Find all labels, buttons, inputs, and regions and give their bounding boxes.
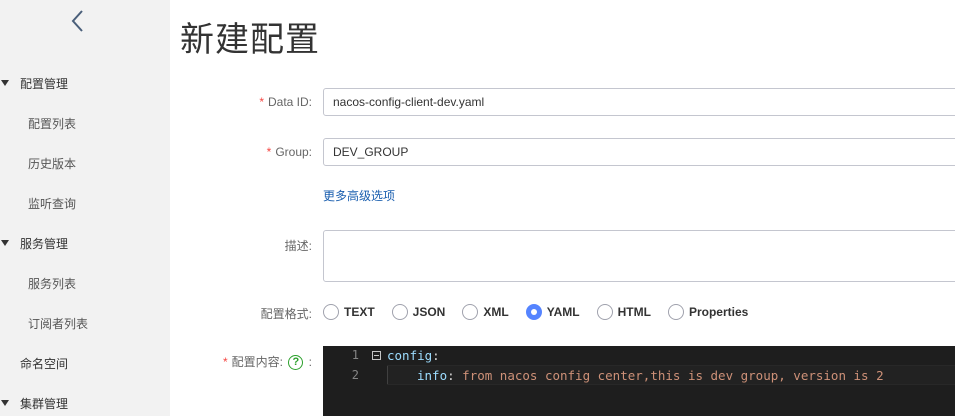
format-radio-yaml[interactable]: YAML <box>525 304 580 320</box>
line-number: 1 <box>351 348 359 362</box>
sidebar-item-service-list[interactable]: 服务列表 <box>0 263 170 303</box>
format-radio-json[interactable]: JSON <box>391 304 446 320</box>
group-input[interactable] <box>323 138 955 166</box>
data-id-label-text: Data ID: <box>267 95 312 109</box>
fold-toggle-icon[interactable] <box>372 351 381 360</box>
yaml-colon: : <box>447 368 455 383</box>
format-label: 配置格式: <box>260 307 312 321</box>
code-editor[interactable]: 1 2 config: info: from nacos config cent… <box>323 346 955 416</box>
sidebar-item-label: 订阅者列表 <box>28 316 89 331</box>
data-id-label: * Data ID: <box>259 95 312 109</box>
nav-group-label: 集群管理 <box>20 396 69 411</box>
collapse-sidebar-button[interactable] <box>66 8 90 34</box>
advanced-options-link[interactable]: 更多高级选项 <box>323 187 395 204</box>
code-line: config: <box>387 348 440 363</box>
nav-group-service-management[interactable]: 服务管理 <box>0 223 170 263</box>
content-label-text: 配置内容: <box>231 355 283 369</box>
group-label: * Group: <box>267 145 312 159</box>
yaml-key: info <box>417 368 448 383</box>
line-number: 2 <box>351 368 359 382</box>
radio-label: JSON <box>412 305 446 319</box>
content-label: * 配置内容: ? : <box>222 353 312 371</box>
caret-down-icon <box>1 80 9 86</box>
data-id-input[interactable] <box>323 88 955 116</box>
sidebar-item-history[interactable]: 历史版本 <box>0 143 170 183</box>
radio-label: XML <box>483 305 509 319</box>
yaml-value: from nacos config center,this is dev gro… <box>462 368 884 383</box>
yaml-key: config <box>387 348 433 363</box>
radio-label: Properties <box>688 305 749 319</box>
nav-group-label: 服务管理 <box>20 236 69 251</box>
format-radio-html[interactable]: HTML <box>596 304 651 320</box>
format-radio-text[interactable]: TEXT <box>323 304 375 320</box>
radio-label: HTML <box>617 305 651 319</box>
radio-circle[interactable] <box>525 304 542 320</box>
format-radio-xml[interactable]: XML <box>462 304 509 320</box>
editor-gutter: 1 2 <box>323 346 369 416</box>
radio-circle[interactable] <box>462 304 479 320</box>
format-radio-properties[interactable]: Properties <box>667 304 749 320</box>
radio-circle[interactable] <box>323 304 339 320</box>
sidebar-item-config-list[interactable]: 配置列表 <box>0 103 170 143</box>
radio-circle[interactable] <box>391 304 408 320</box>
nav-group-config-management[interactable]: 配置管理 <box>0 63 170 103</box>
content-label-colon: : <box>308 355 312 369</box>
page-title: 新建配置 <box>180 21 320 59</box>
required-mark: * <box>222 355 228 369</box>
description-textarea[interactable] <box>323 230 955 282</box>
sidebar-item-label: 历史版本 <box>28 156 77 171</box>
nav-group-label: 配置管理 <box>20 76 69 91</box>
sidebar-item-label: 配置列表 <box>28 116 77 131</box>
yaml-colon: : <box>432 348 440 363</box>
sidebar-item-listener-query[interactable]: 监听查询 <box>0 183 170 223</box>
format-radio-group: TEXT JSON XML YAML HTML Properties <box>323 303 765 321</box>
nav-group-cluster-management[interactable]: 集群管理 <box>0 383 170 416</box>
caret-down-icon <box>1 400 9 406</box>
sidebar-item-label: 命名空间 <box>20 356 69 371</box>
group-label-text: Group: <box>275 145 312 159</box>
sidebar: 配置管理 配置列表 历史版本 监听查询 服务管理 服务列表 订阅者列表 命名空间… <box>0 0 170 416</box>
radio-circle[interactable] <box>667 304 684 320</box>
sidebar-item-label: 监听查询 <box>28 196 77 211</box>
radio-circle[interactable] <box>596 304 613 320</box>
code-line: info: from nacos config center,this is d… <box>417 368 884 383</box>
sidebar-item-label: 服务列表 <box>28 276 77 291</box>
required-mark: * <box>259 95 264 109</box>
indent-guide <box>387 366 388 384</box>
sidebar-item-namespace[interactable]: 命名空间 <box>0 343 170 383</box>
help-icon[interactable]: ? <box>288 355 304 371</box>
radio-label: TEXT <box>344 305 375 319</box>
required-mark: * <box>266 145 272 159</box>
sidebar-item-subscriber-list[interactable]: 订阅者列表 <box>0 303 170 343</box>
radio-label: YAML <box>546 305 580 319</box>
description-label: 描述: <box>284 239 312 253</box>
chevron-left-icon <box>71 10 83 32</box>
caret-down-icon <box>1 240 9 246</box>
